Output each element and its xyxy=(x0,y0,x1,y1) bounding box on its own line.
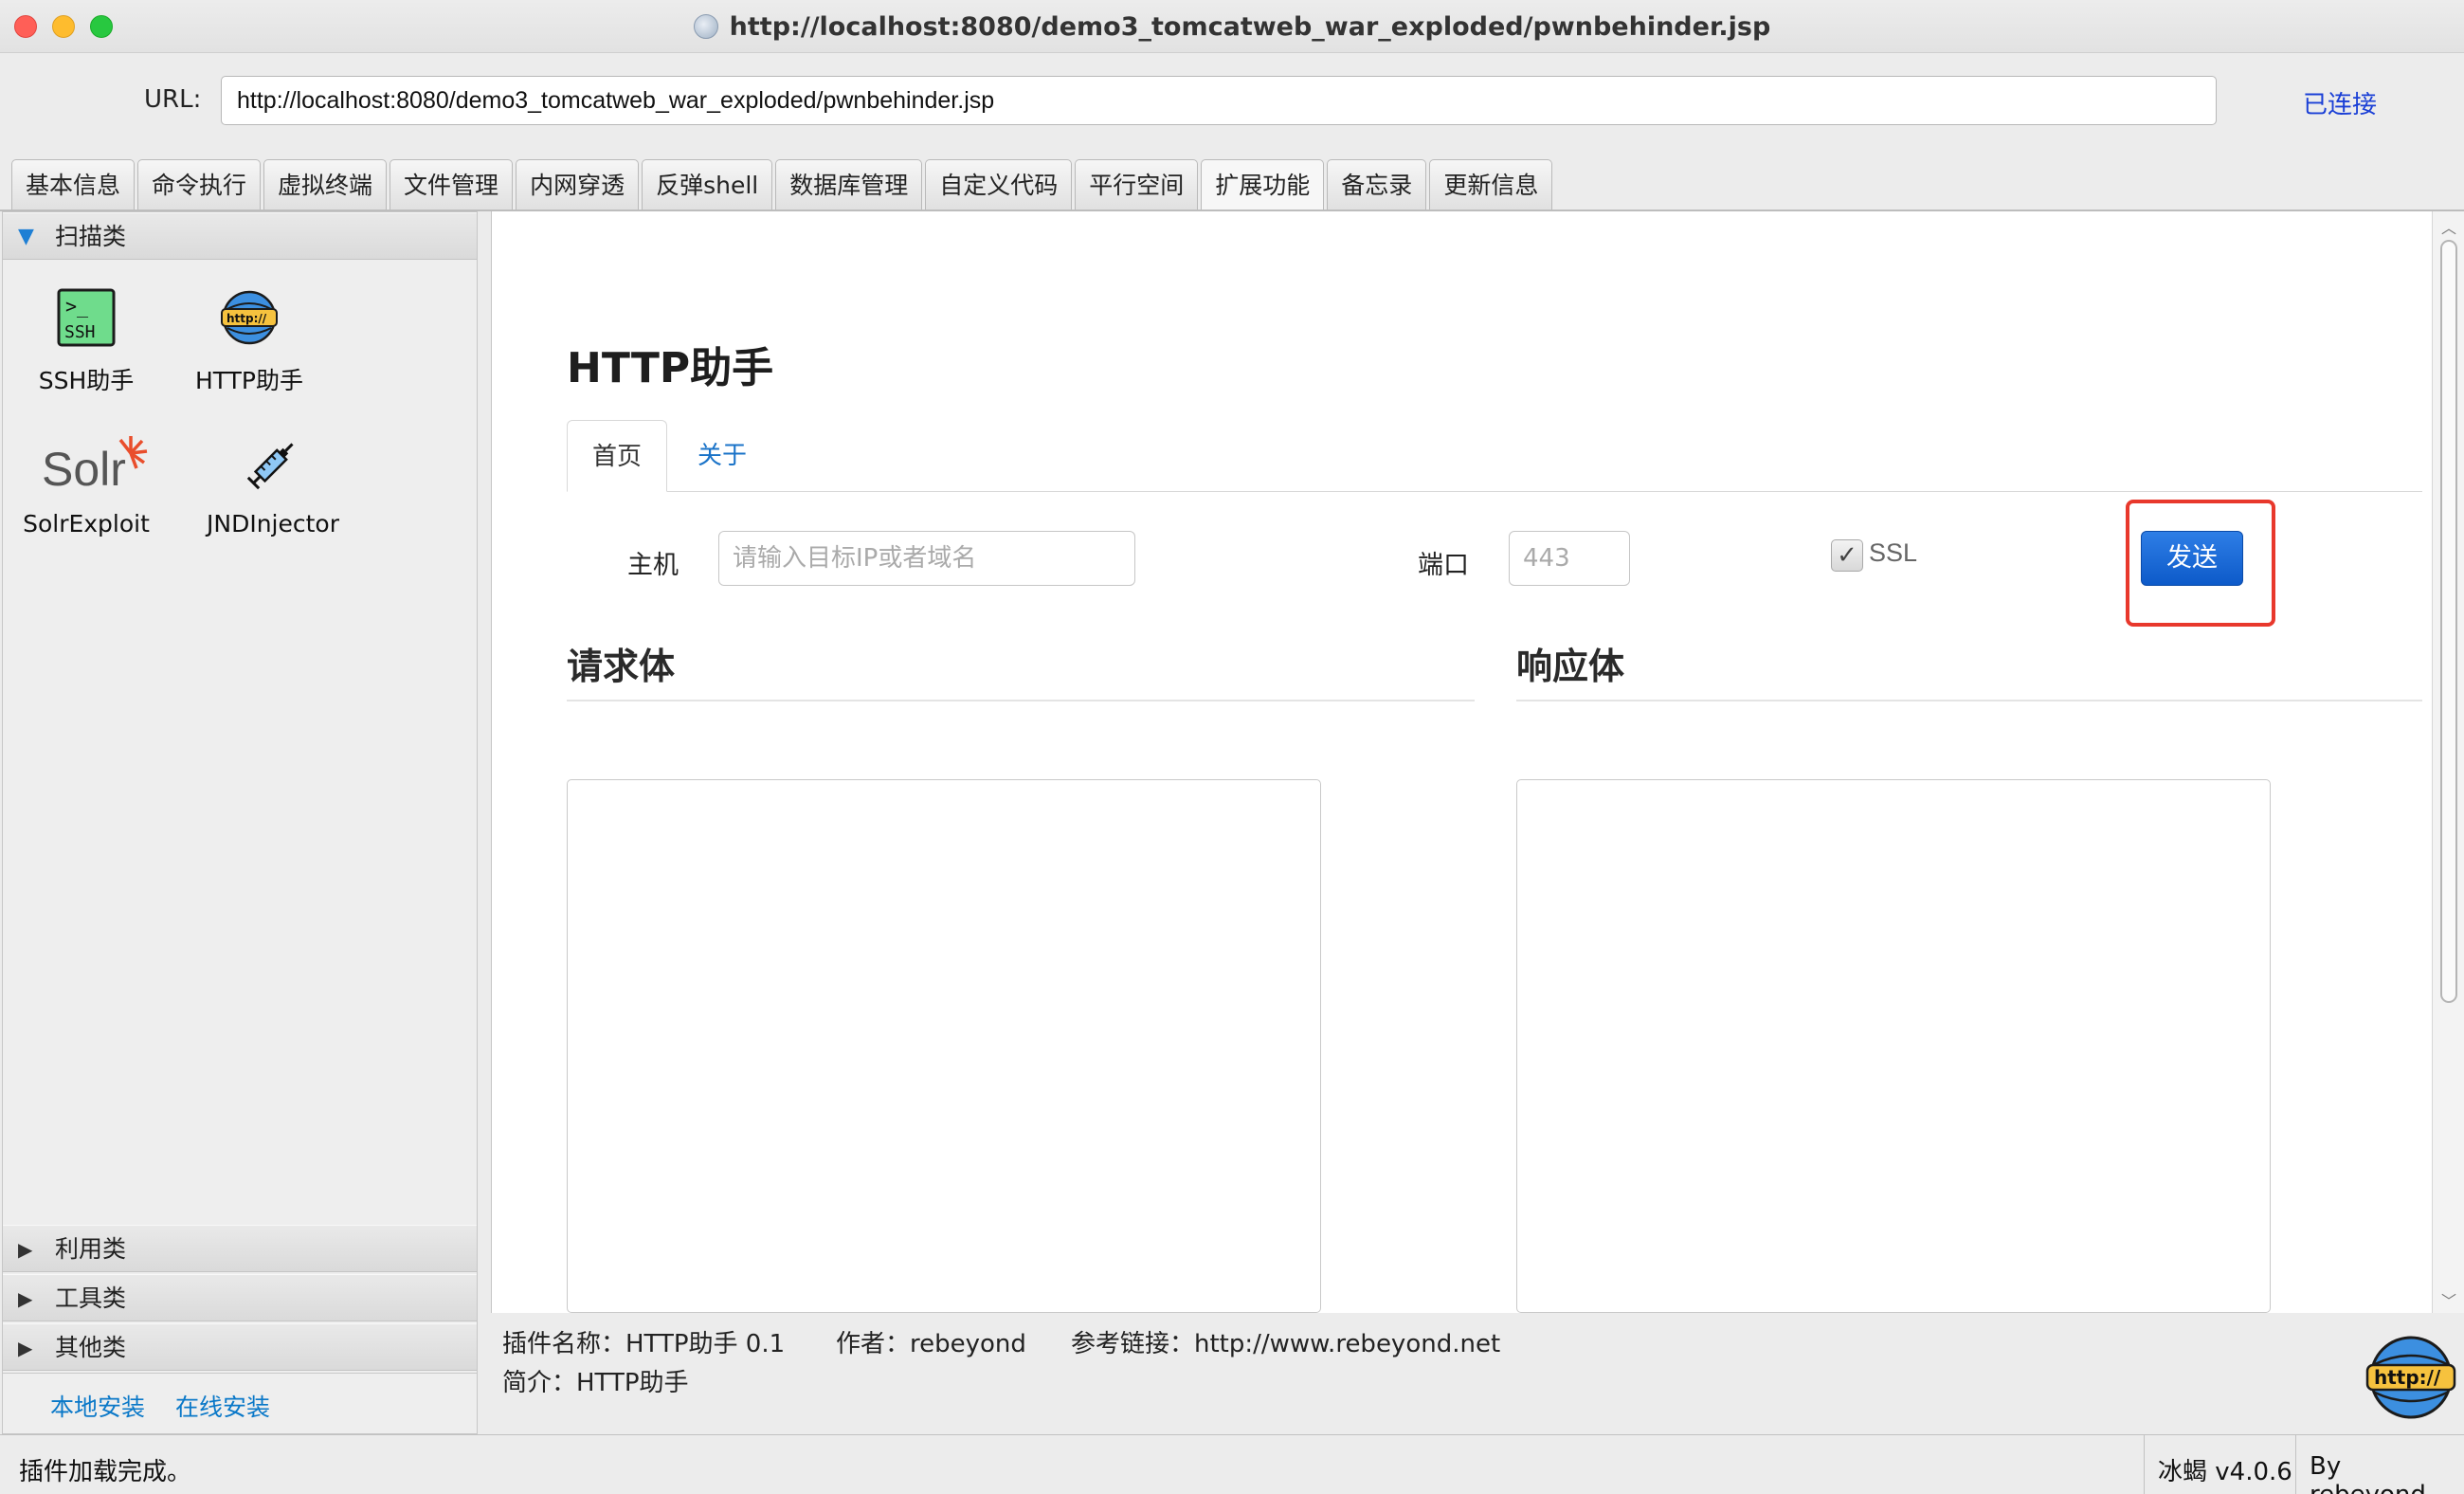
section-exploit-header[interactable]: ▶ 利用类 xyxy=(3,1225,477,1272)
scroll-down-icon[interactable]: ﹀ xyxy=(2441,1288,2456,1311)
svg-text:http://: http:// xyxy=(226,312,267,325)
inner-tabs-divider xyxy=(567,491,2422,492)
svg-text:Solr: Solr xyxy=(42,443,126,495)
title-bar: http://localhost:8080/demo3_tomcatweb_wa… xyxy=(0,0,2464,53)
collapsed-triangle-icon: ▶ xyxy=(18,1287,33,1310)
host-label: 主机 xyxy=(627,551,679,580)
plugin-label: SolrExploit xyxy=(23,510,150,537)
response-body-textarea[interactable] xyxy=(1516,779,2271,1313)
ssh-terminal-icon: >_ SSH xyxy=(20,288,153,353)
plugin-solr-exploit[interactable]: Solr SolrExploit xyxy=(20,432,153,537)
section-label: 其他类 xyxy=(55,1334,127,1361)
url-label: URL: xyxy=(144,85,202,114)
plugin-summary-text: 简介：HTTP助手 xyxy=(502,1369,689,1397)
tab-extensions[interactable]: 扩展功能 xyxy=(1201,159,1325,210)
plugin-ssh-helper[interactable]: >_ SSH SSH助手 xyxy=(20,288,153,396)
syringe-icon xyxy=(202,432,344,501)
plugin-info-panel: 插件名称：HTTP助手 0.1 作者：rebeyond 参考链接：http://… xyxy=(491,1313,2464,1434)
tab-virtual-terminal[interactable]: 虚拟终端 xyxy=(263,159,388,210)
tab-custom-code[interactable]: 自定义代码 xyxy=(925,159,1073,210)
plugin-label: SSH助手 xyxy=(38,367,135,394)
local-install-link[interactable]: 本地安装 xyxy=(50,1389,145,1423)
tab-intranet-tunnel[interactable]: 内网穿透 xyxy=(516,159,640,210)
host-input[interactable]: 请输入目标IP或者域名 xyxy=(718,531,1135,586)
section-label: 工具类 xyxy=(55,1284,127,1312)
http-globe-icon: http:// xyxy=(183,288,316,353)
logo-text: http:// xyxy=(2374,1366,2441,1389)
tab-update-info[interactable]: 更新信息 xyxy=(1429,159,1553,210)
plugin-name-text: 插件名称：HTTP助手 0.1 xyxy=(502,1330,786,1358)
section-tools-header[interactable]: ▶ 工具类 xyxy=(3,1274,477,1321)
scroll-thumb[interactable] xyxy=(2440,240,2457,1003)
collapsed-triangle-icon: ▶ xyxy=(18,1238,33,1261)
collapsed-triangle-icon: ▶ xyxy=(18,1337,33,1359)
plugin-sidebar: ▼ 扫描类 >_ SSH SSH助手 http:// HTTP助手 Solr S… xyxy=(2,211,478,1434)
status-bar: 插件加载完成。 冰蝎 v4.0.6 By rebeyond xyxy=(0,1434,2464,1494)
online-install-link[interactable]: 在线安装 xyxy=(175,1389,270,1423)
svg-text:>_: >_ xyxy=(65,295,89,318)
section-scan-header[interactable]: ▼ 扫描类 xyxy=(3,212,477,260)
author-label: By rebeyond xyxy=(2295,1435,2464,1494)
tab-parallel-space[interactable]: 平行空间 xyxy=(1075,159,1199,210)
vertical-scrollbar[interactable]: ︿ ﹀ xyxy=(2432,211,2464,1313)
tab-home[interactable]: 首页 xyxy=(567,420,668,492)
plugin-author-text: 作者：rebeyond xyxy=(836,1330,1026,1358)
plugin-http-helper[interactable]: http:// HTTP助手 xyxy=(183,288,316,396)
request-title-rule xyxy=(567,700,1475,701)
tab-command-exec[interactable]: 命令执行 xyxy=(137,159,262,210)
solr-logo-icon: Solr xyxy=(20,432,153,501)
request-body-title: 请求体 xyxy=(567,646,676,687)
plugin-link-text[interactable]: 参考链接：http://www.rebeyond.net xyxy=(1071,1324,1500,1359)
port-input[interactable]: 443 xyxy=(1509,531,1630,586)
http-logo-icon: http:// xyxy=(2364,1334,2458,1425)
plugin-label: HTTP助手 xyxy=(195,367,303,394)
scroll-up-icon[interactable]: ︿ xyxy=(2441,215,2456,238)
response-title-rule xyxy=(1516,700,2422,701)
request-body-textarea[interactable] xyxy=(567,779,1321,1313)
status-message: 插件加载完成。 xyxy=(19,1458,192,1486)
tab-database-manager[interactable]: 数据库管理 xyxy=(775,159,923,210)
section-other-header[interactable]: ▶ 其他类 xyxy=(3,1323,477,1371)
ssl-checkbox[interactable]: ✓ xyxy=(1831,539,1863,572)
url-input[interactable]: http://localhost:8080/demo3_tomcatweb_wa… xyxy=(221,76,2217,125)
tab-basic-info[interactable]: 基本信息 xyxy=(11,159,136,210)
tab-reverse-shell[interactable]: 反弹shell xyxy=(642,159,773,210)
section-label: 利用类 xyxy=(55,1235,127,1263)
page-title: HTTP助手 xyxy=(567,344,774,392)
ssl-label: SSL xyxy=(1869,538,1918,567)
main-tabs: 基本信息 命令执行 虚拟终端 文件管理 内网穿透 反弹shell 数据库管理 自… xyxy=(11,159,1555,210)
section-label: 扫描类 xyxy=(55,223,127,250)
plugin-jndinjector[interactable]: JNDInjector xyxy=(202,432,344,537)
connection-status-link[interactable]: 已连接 xyxy=(2303,85,2377,120)
install-row: 本地安装 在线安装 xyxy=(3,1373,477,1430)
app-icon xyxy=(693,14,718,39)
tab-memo[interactable]: 备忘录 xyxy=(1327,159,1427,210)
port-label: 端口 xyxy=(1418,551,1469,580)
svg-text:SSH: SSH xyxy=(64,322,96,342)
tab-file-manager[interactable]: 文件管理 xyxy=(390,159,514,210)
window-title: http://localhost:8080/demo3_tomcatweb_wa… xyxy=(729,11,1771,42)
response-body-title: 响应体 xyxy=(1516,646,1625,687)
expanded-triangle-icon: ▼ xyxy=(18,225,34,248)
tab-about[interactable]: 关于 xyxy=(673,420,771,492)
url-bar: URL: http://localhost:8080/demo3_tomcatw… xyxy=(0,53,2464,148)
send-button[interactable]: 发送 xyxy=(2141,531,2243,586)
version-label: 冰蝎 v4.0.6 xyxy=(2144,1435,2306,1494)
plugin-label: JNDInjector xyxy=(207,510,339,537)
